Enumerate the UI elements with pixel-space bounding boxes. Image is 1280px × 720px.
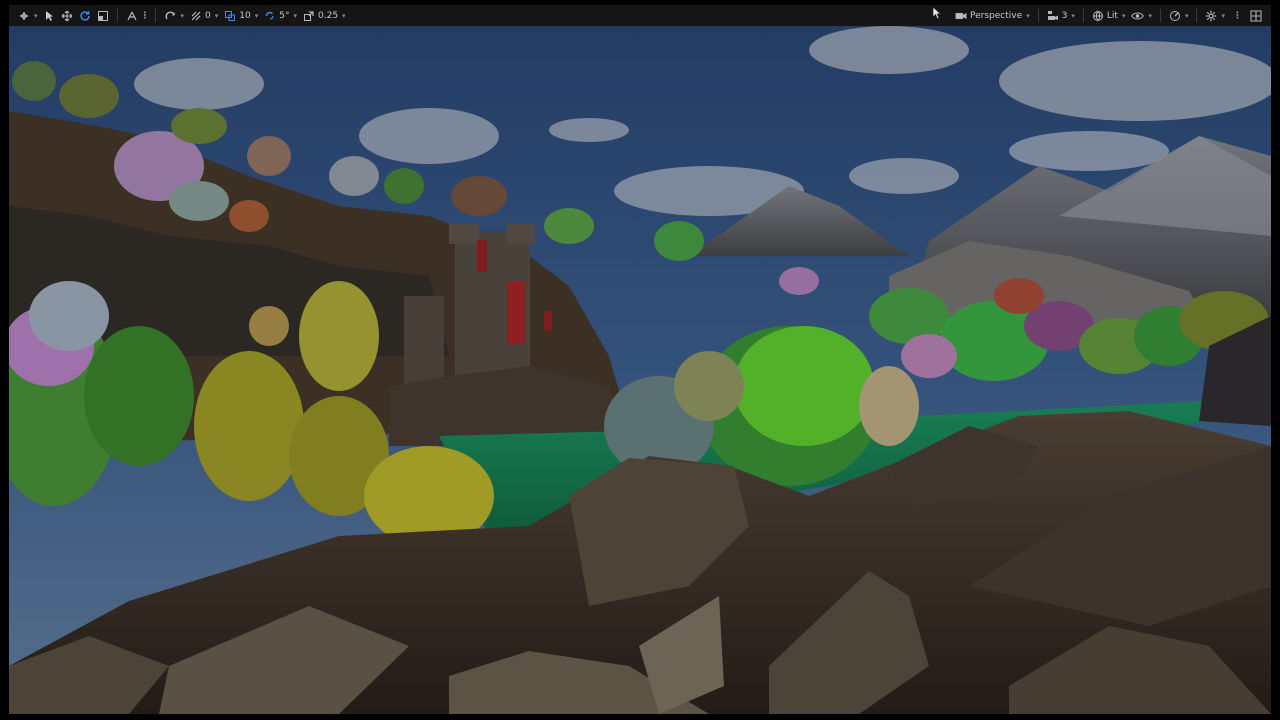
- rotation-snap-value: 5°: [279, 10, 290, 21]
- chevron-down-icon: ▾: [214, 11, 219, 20]
- mouse-cursor-icon: [932, 6, 942, 20]
- globe-icon: [1092, 10, 1103, 21]
- select-arrow-icon: [45, 10, 53, 21]
- camera-speed-value: 3: [1061, 10, 1068, 21]
- chevron-down-icon: ▾: [254, 11, 259, 20]
- chevron-down-icon: ▾: [1221, 11, 1225, 20]
- lighting-mode-label: Lit: [1106, 10, 1118, 21]
- settings-menu[interactable]: ▾: [1202, 7, 1228, 24]
- surface-snap-button[interactable]: ▾: [161, 7, 188, 24]
- chevron-down-icon: ▾: [1026, 11, 1030, 20]
- eye-icon: [1131, 12, 1145, 19]
- more-options-icon[interactable]: ⋮: [141, 11, 150, 21]
- lighting-mode-menu[interactable]: Lit ▾: [1089, 7, 1129, 24]
- location-snap-value: 10: [239, 10, 251, 21]
- world-axis-icon: [126, 11, 137, 20]
- coordinate-system-button[interactable]: [123, 7, 141, 24]
- viewport-layout-icon: [1250, 10, 1262, 21]
- toolbar-left-group: ▾ ⋮ ▾ 0 ▾ 10 ▾ 5° ▾ 0.25 ▾: [15, 5, 349, 26]
- rotate-icon: [79, 10, 90, 21]
- surface-snap-icon: [165, 11, 175, 19]
- gauge-icon: [1169, 10, 1180, 21]
- toolbar-divider: [1159, 9, 1161, 22]
- camera-icon: [955, 12, 967, 19]
- toolbar-divider: [1196, 9, 1198, 22]
- toolbar-divider: [1082, 9, 1084, 22]
- toolbar-divider: [1037, 9, 1039, 22]
- grid-snap-icon: [191, 11, 201, 20]
- view-mode-label: Perspective: [970, 10, 1023, 21]
- chevron-down-icon: ▾: [1184, 11, 1189, 20]
- viewport-dim-overlay: [9, 26, 1271, 714]
- viewport-options-menu[interactable]: ▾: [15, 7, 41, 24]
- performance-menu[interactable]: ▾: [1166, 7, 1192, 24]
- chevron-down-icon: ▾: [34, 11, 38, 20]
- location-snap-button[interactable]: 10 ▾: [221, 7, 261, 24]
- viewport-toolbar: ▾ ⋮ ▾ 0 ▾ 10 ▾ 5° ▾ 0.25 ▾ Perspective ▾…: [9, 5, 1271, 26]
- editor-window: ▾ ⋮ ▾ 0 ▾ 10 ▾ 5° ▾ 0.25 ▾ Perspective ▾…: [0, 0, 1280, 720]
- move-icon: [61, 10, 72, 21]
- grid-snap-value: 0: [205, 10, 211, 21]
- scale-snap-value: 0.25: [318, 10, 339, 21]
- more-options-icon[interactable]: ⋮: [1233, 11, 1242, 21]
- toolbar-divider: [154, 9, 156, 22]
- chevron-down-icon: ▾: [293, 11, 297, 20]
- chevron-down-icon: ▾: [342, 11, 346, 20]
- chevron-down-icon: ▾: [1121, 11, 1126, 20]
- toolbar-divider: [116, 9, 118, 22]
- chevron-down-icon: ▾: [1071, 11, 1075, 20]
- chevron-down-icon: ▾: [1148, 11, 1152, 20]
- scale-mode-button[interactable]: [94, 7, 112, 24]
- view-mode-menu[interactable]: Perspective ▾: [952, 7, 1033, 24]
- scale-snap-button[interactable]: 0.25 ▾: [300, 7, 349, 24]
- viewport-layout-button[interactable]: [1247, 7, 1265, 24]
- gear-icon: [1206, 10, 1217, 21]
- rotate-mode-button[interactable]: [76, 7, 94, 24]
- scale-snap-icon: [304, 10, 314, 21]
- select-mode-button[interactable]: [41, 7, 58, 24]
- translate-mode-button[interactable]: [58, 7, 76, 24]
- level-viewport[interactable]: [9, 26, 1271, 714]
- camera-speed-icon: [1047, 11, 1058, 20]
- rotation-snap-icon: [266, 11, 274, 20]
- camera-speed-menu[interactable]: 3 ▾: [1044, 7, 1078, 24]
- chevron-down-icon: ▾: [180, 11, 185, 20]
- location-snap-icon: [225, 10, 236, 21]
- scale-icon: [97, 10, 108, 21]
- show-flags-menu[interactable]: ▾: [1128, 7, 1155, 24]
- transform-menu-icon: [20, 11, 28, 20]
- rotation-snap-button[interactable]: 5° ▾: [261, 7, 300, 24]
- grid-snap-button[interactable]: 0 ▾: [187, 7, 221, 24]
- toolbar-right-group: Perspective ▾ 3 ▾ Lit ▾ ▾ ▾ ▾ ⋮: [952, 5, 1265, 26]
- scene-render: [9, 26, 1271, 714]
